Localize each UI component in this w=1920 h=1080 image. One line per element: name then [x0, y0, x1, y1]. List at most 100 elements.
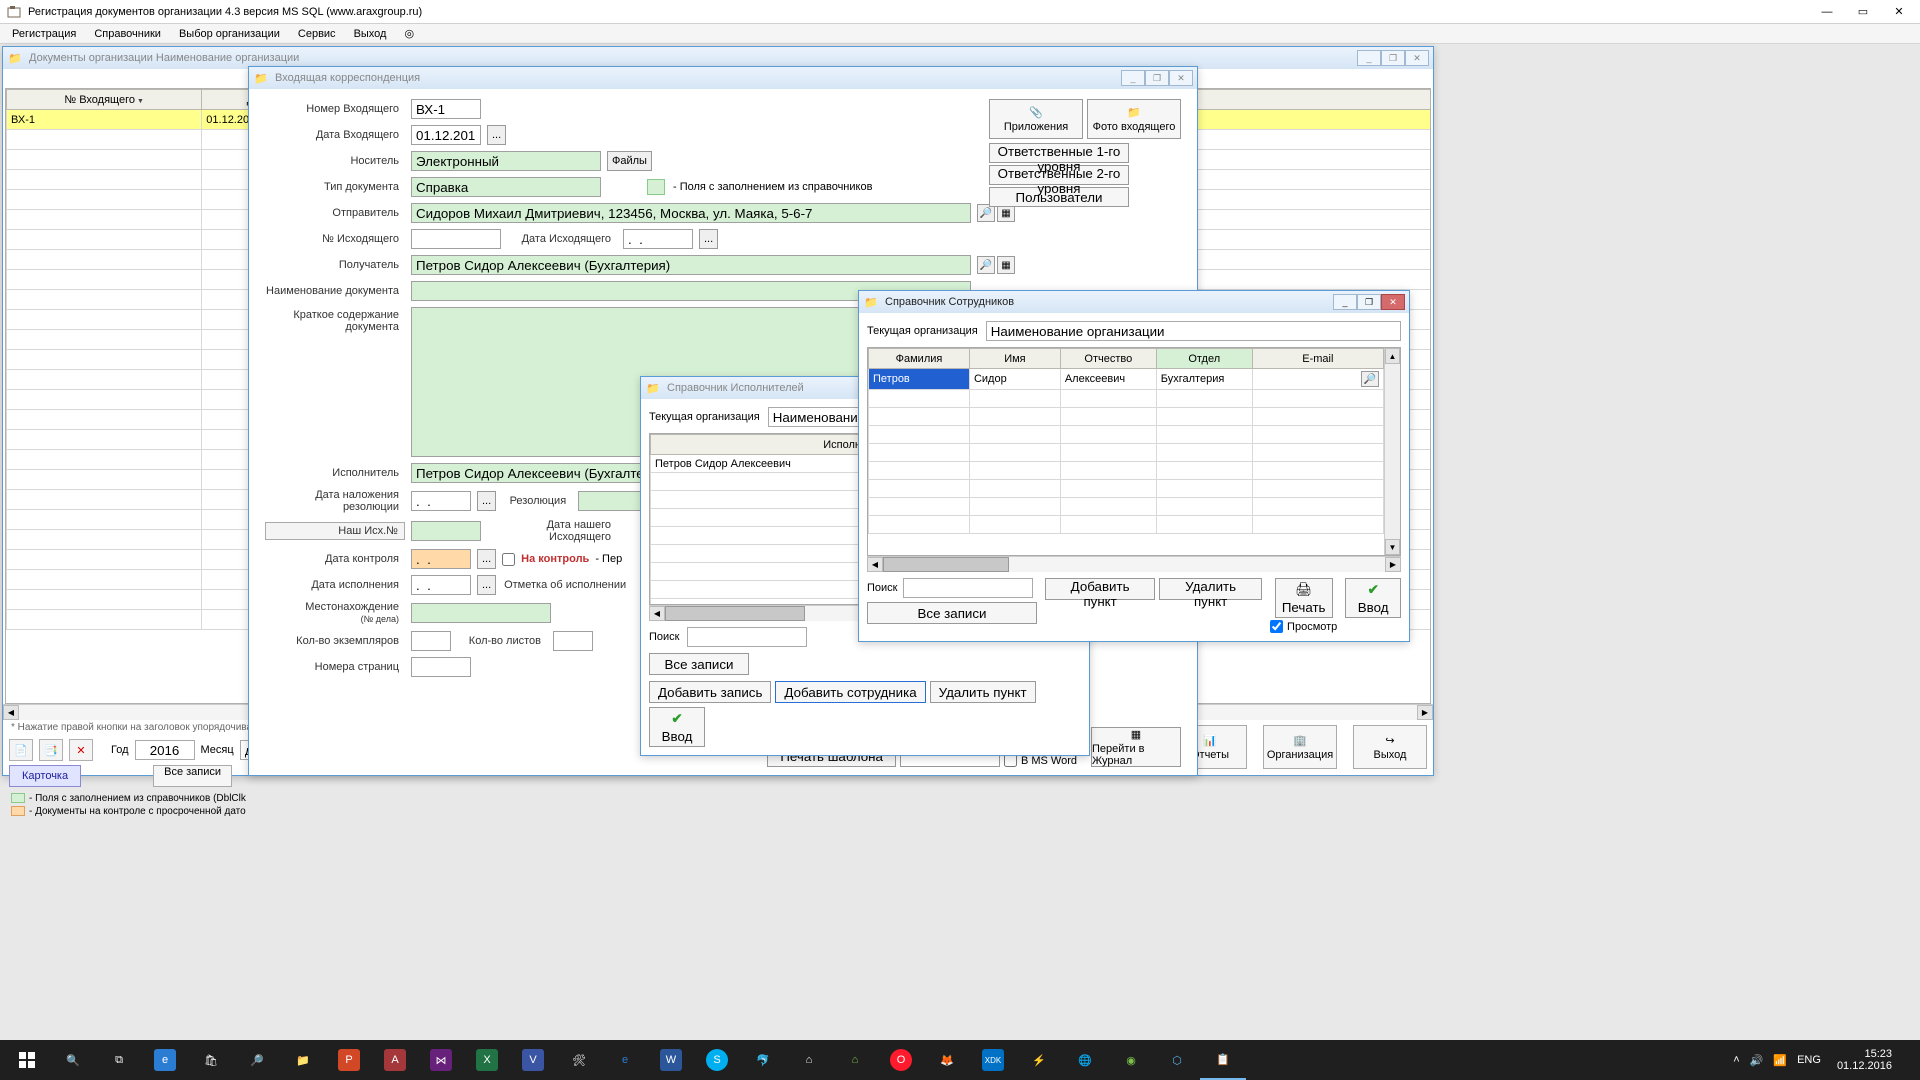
tb-app5[interactable]: ◉: [1108, 1040, 1154, 1080]
emp-enter-button[interactable]: ✔Ввод: [1345, 578, 1401, 618]
exit-button[interactable]: ↪Выход: [1353, 725, 1427, 769]
tray-network-icon[interactable]: 🔊: [1750, 1054, 1764, 1067]
search-button[interactable]: 🔍: [50, 1040, 96, 1080]
ctrldate-input[interactable]: [411, 549, 471, 569]
tb-xdk[interactable]: XDK: [970, 1040, 1016, 1080]
tb-ie[interactable]: e: [602, 1040, 648, 1080]
exec-search-input[interactable]: [687, 627, 807, 647]
copies-input[interactable]: [411, 631, 451, 651]
emp-min[interactable]: _: [1333, 294, 1357, 310]
taskview-button[interactable]: ⧉: [96, 1040, 142, 1080]
doctype-input[interactable]: [411, 177, 601, 197]
emp-col-firstname[interactable]: Имя: [969, 349, 1060, 369]
outgoing-date-pick[interactable]: ...: [699, 229, 718, 249]
tb-firefox[interactable]: 🦊: [924, 1040, 970, 1080]
tb-visualstudio[interactable]: ⋈: [418, 1040, 464, 1080]
tray-lang[interactable]: ENG: [1797, 1054, 1821, 1066]
organization-button[interactable]: 🏢Организация: [1263, 725, 1337, 769]
incoming-date-input[interactable]: [411, 125, 481, 145]
tb-store[interactable]: 🛍: [188, 1040, 234, 1080]
resp1-button[interactable]: Ответственные 1-го уровня: [989, 143, 1129, 163]
date-pick-button[interactable]: ...: [487, 125, 506, 145]
tray-up-icon[interactable]: ˄: [1733, 1054, 1739, 1066]
journal-max[interactable]: ❐: [1381, 50, 1405, 66]
tb-app3[interactable]: ⌂: [832, 1040, 878, 1080]
emp-vscroll[interactable]: ▲▼: [1384, 348, 1400, 555]
recipient-grid-icon[interactable]: ▦: [997, 256, 1015, 274]
tb-chrome[interactable]: 🌐: [1062, 1040, 1108, 1080]
emp-email-lookup[interactable]: 🔎: [1361, 371, 1379, 387]
emp-all-button[interactable]: Все записи: [867, 602, 1037, 624]
card-max[interactable]: ❐: [1145, 70, 1169, 86]
taskbar-clock[interactable]: 15:23 01.12.2016: [1829, 1048, 1900, 1072]
resdate-pick[interactable]: ...: [477, 491, 496, 511]
tb-current-app[interactable]: 📋: [1200, 1040, 1246, 1080]
outgoing-no-input[interactable]: [411, 229, 501, 249]
tray-wifi-icon[interactable]: 📶: [1773, 1054, 1787, 1067]
card-close[interactable]: ✕: [1169, 70, 1193, 86]
journal-close[interactable]: ✕: [1405, 50, 1429, 66]
tb-explorer[interactable]: 📁: [280, 1040, 326, 1080]
files-button[interactable]: Файлы: [607, 151, 652, 171]
emp-hscroll[interactable]: ◀▶: [867, 556, 1401, 572]
emp-col-patronymic[interactable]: Отчество: [1060, 349, 1156, 369]
start-button[interactable]: [4, 1040, 50, 1080]
all-records-button[interactable]: Все записи: [153, 765, 232, 787]
tb-app6[interactable]: ⬡: [1154, 1040, 1200, 1080]
col-incoming-no[interactable]: № Входящего▼: [7, 90, 202, 110]
ctrldate-pick[interactable]: ...: [477, 549, 496, 569]
tb-tools[interactable]: 🛠: [556, 1040, 602, 1080]
card-min[interactable]: _: [1121, 70, 1145, 86]
emp-delete-button[interactable]: Удалить пункт: [1159, 578, 1262, 600]
delete-doc-button[interactable]: ✕: [69, 739, 93, 761]
journal-min[interactable]: _: [1357, 50, 1381, 66]
menu-registration[interactable]: Регистрация: [4, 26, 84, 42]
emp-grid[interactable]: Фамилия Имя Отчество Отдел E-mail Петров…: [867, 347, 1401, 556]
exec-delete-button[interactable]: Удалить пункт: [930, 681, 1036, 703]
show-desktop[interactable]: [1900, 1040, 1916, 1080]
emp-col-email[interactable]: E-mail: [1252, 349, 1383, 369]
help-icon[interactable]: ◎: [396, 25, 422, 42]
emp-search-input[interactable]: [903, 578, 1033, 598]
emp-close[interactable]: ✕: [1381, 294, 1405, 310]
donedate-input[interactable]: [411, 575, 471, 595]
tb-excel[interactable]: X: [464, 1040, 510, 1080]
tb-edge[interactable]: e: [142, 1040, 188, 1080]
tb-visio[interactable]: V: [510, 1040, 556, 1080]
maximize-button[interactable]: ▭: [1848, 3, 1878, 21]
recipient-input[interactable]: [411, 255, 971, 275]
exec-add-employee-button[interactable]: Добавить сотрудника: [775, 681, 925, 703]
emp-print-button[interactable]: 🖨Печать: [1275, 578, 1333, 618]
menu-references[interactable]: Справочники: [86, 26, 169, 42]
outgoing-date-input[interactable]: [623, 229, 693, 249]
emp-col-lastname[interactable]: Фамилия: [869, 349, 970, 369]
sender-input[interactable]: [411, 203, 971, 223]
carrier-input[interactable]: [411, 151, 601, 171]
close-button[interactable]: ✕: [1884, 3, 1914, 21]
employees-titlebar[interactable]: 📁 Справочник Сотрудников _ ❐ ✕: [859, 291, 1409, 313]
onctrl-checkbox[interactable]: [502, 553, 515, 566]
minimize-button[interactable]: —: [1812, 3, 1842, 21]
attachments-button[interactable]: 📎Приложения: [989, 99, 1083, 139]
users-button[interactable]: Пользователи: [989, 187, 1129, 207]
exec-add-record-button[interactable]: Добавить запись: [649, 681, 771, 703]
tb-opera[interactable]: O: [878, 1040, 924, 1080]
new-doc-button[interactable]: 📄: [9, 739, 33, 761]
menu-choose-org[interactable]: Выбор организации: [171, 26, 288, 42]
card-button[interactable]: Карточка: [9, 765, 81, 787]
resdate-input[interactable]: [411, 491, 471, 511]
exec-all-button[interactable]: Все записи: [649, 653, 749, 675]
menu-exit[interactable]: Выход: [346, 26, 395, 42]
tb-app1[interactable]: 🐬: [740, 1040, 786, 1080]
tb-access[interactable]: A: [372, 1040, 418, 1080]
location-input[interactable]: [411, 603, 551, 623]
emp-org-input[interactable]: [986, 321, 1401, 341]
year-input[interactable]: [135, 740, 195, 760]
tb-app2[interactable]: ⌂: [786, 1040, 832, 1080]
copy-doc-button[interactable]: 📑: [39, 739, 63, 761]
pages-input[interactable]: [411, 657, 471, 677]
tb-search-2[interactable]: 🔎: [234, 1040, 280, 1080]
emp-row[interactable]: Петров Сидор Алексеевич Бухгалтерия 🔎: [869, 369, 1384, 390]
photo-button[interactable]: 📁Фото входящего: [1087, 99, 1181, 139]
emp-view-checkbox[interactable]: [1270, 620, 1283, 633]
